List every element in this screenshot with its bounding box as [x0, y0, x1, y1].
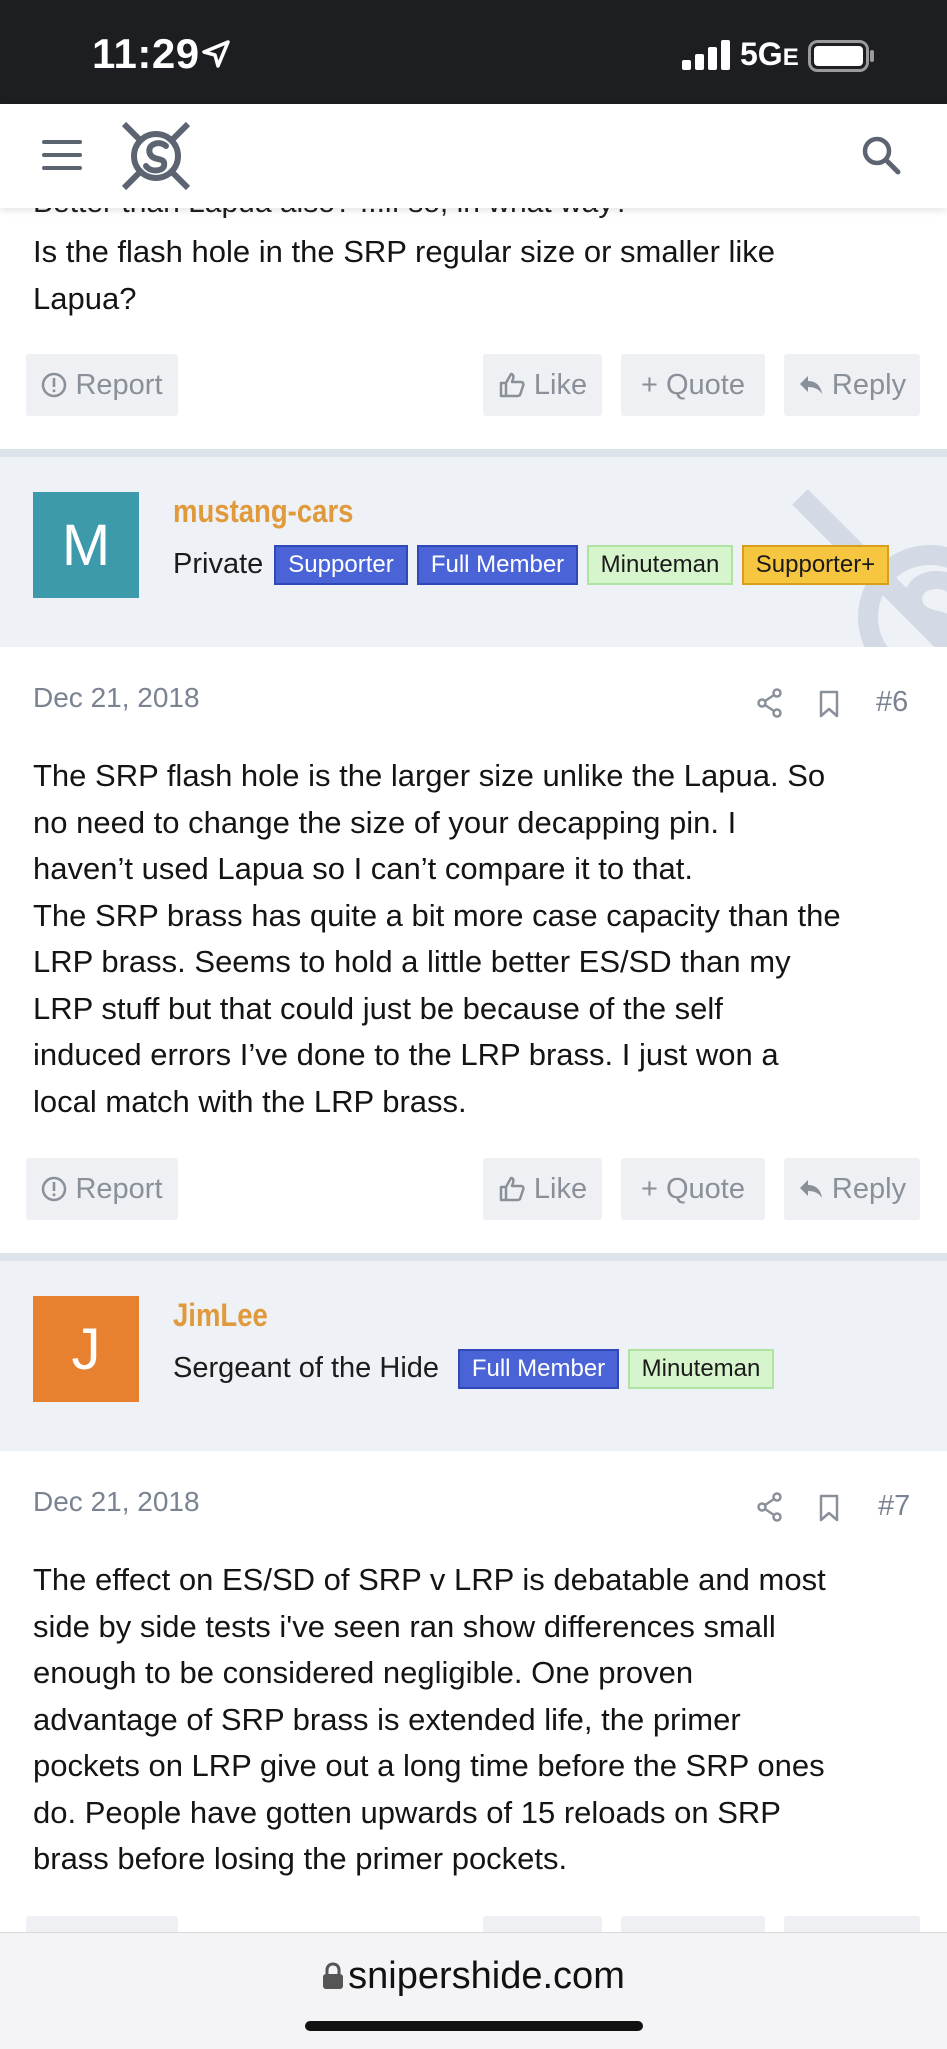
- post-text: The effect on ES/SD of SRP v LRP is deba…: [33, 1562, 826, 1876]
- user-rank: Private: [173, 548, 264, 580]
- bookmark-icon[interactable]: [818, 1494, 840, 1522]
- username[interactable]: JimLee: [173, 1297, 268, 1334]
- user-rank: Sergeant of the Hide: [173, 1352, 440, 1384]
- location-arrow-icon: [202, 40, 230, 68]
- site-header: [0, 104, 947, 208]
- user-bar: J JimLee Sergeant of the Hide Full Membe…: [0, 1261, 947, 1451]
- share-icon[interactable]: [756, 1492, 784, 1522]
- badge-full-member: Full Member: [458, 1349, 619, 1389]
- badge-minuteman: Minuteman: [587, 545, 733, 585]
- quote-button[interactable]: + Quote: [621, 1158, 765, 1220]
- reply-button[interactable]: Reply: [784, 354, 920, 416]
- badge-full-member: Full Member: [417, 545, 578, 585]
- post-divider: [0, 449, 947, 457]
- avatar[interactable]: M: [33, 492, 139, 598]
- post-number[interactable]: #6: [876, 686, 908, 719]
- thumbs-up-icon: [499, 372, 525, 398]
- network-type: 5GE: [740, 36, 799, 72]
- username[interactable]: mustang-cars: [173, 493, 353, 530]
- signal-icon: [682, 40, 730, 70]
- post-text: The SRP flash hole is the larger size un…: [33, 758, 841, 1119]
- like-button[interactable]: Like: [483, 354, 602, 416]
- badge-supporter-plus: Supporter+: [742, 545, 889, 585]
- reply-button[interactable]: Reply: [784, 1158, 920, 1220]
- thumbs-up-icon: [499, 1176, 525, 1202]
- avatar[interactable]: J: [33, 1296, 139, 1402]
- share-icon[interactable]: [756, 688, 784, 718]
- post-divider: [0, 1253, 947, 1261]
- like-button[interactable]: Like: [483, 1158, 602, 1220]
- status-bar: 11:29 5GE: [0, 0, 947, 104]
- post-text: Is the flash hole in the SRP regular siz…: [33, 234, 776, 316]
- report-button[interactable]: Report: [26, 1158, 178, 1220]
- report-button[interactable]: Report: [26, 354, 178, 416]
- menu-icon[interactable]: [42, 140, 82, 170]
- post-date[interactable]: Dec 21, 2018: [33, 1486, 200, 1518]
- status-time: 11:29: [92, 30, 200, 77]
- post-date[interactable]: Dec 21, 2018: [33, 682, 200, 714]
- badge-supporter: Supporter: [274, 545, 408, 585]
- badge-minuteman: Minuteman: [628, 1349, 774, 1389]
- reply-arrow-icon: [799, 376, 822, 394]
- report-icon: [42, 1176, 67, 1202]
- search-icon[interactable]: [860, 134, 902, 176]
- browser-address-bar[interactable]: snipershide.com: [0, 1932, 947, 2049]
- bookmark-icon[interactable]: [818, 690, 840, 718]
- address-url[interactable]: snipershide.com: [0, 1955, 947, 1998]
- lock-icon: [323, 1962, 344, 1989]
- reply-arrow-icon: [799, 1180, 822, 1198]
- site-logo[interactable]: [116, 116, 196, 196]
- report-icon: [42, 372, 67, 398]
- battery-icon: [808, 40, 874, 72]
- user-bar: M mustang-cars Private Supporter Full Me…: [0, 457, 947, 647]
- quote-button[interactable]: + Quote: [621, 354, 765, 416]
- post-number[interactable]: #7: [878, 1490, 910, 1523]
- home-indicator[interactable]: [305, 2021, 643, 2031]
